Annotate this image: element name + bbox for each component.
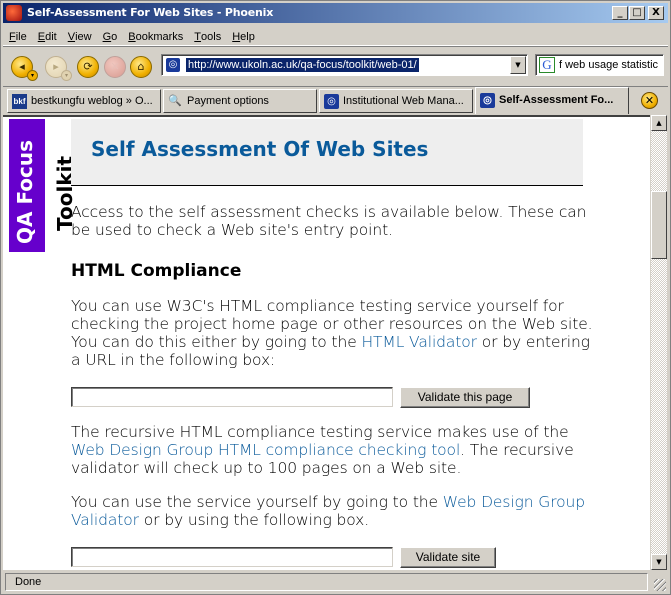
forward-icon: ▸ [53, 60, 59, 73]
access-key: B [128, 31, 136, 43]
search-input[interactable]: f web usage statistic [559, 59, 658, 71]
compliance-paragraph: You can use W3C's HTML compliance testin… [71, 297, 593, 369]
url-input[interactable]: http://www.ukoln.ac.uk/qa-focus/toolkit/… [186, 58, 419, 72]
tab-label: Institutional Web Mana... [343, 95, 464, 107]
google-search-engine-icon[interactable]: G [539, 57, 555, 73]
forward-button[interactable]: ▸ ▾ [45, 56, 72, 81]
title-bar: Self-Assessment For Web Sites - Phoenix … [3, 3, 668, 23]
menu-label-rest: ile [15, 31, 27, 43]
phoenix-app-icon [6, 5, 22, 21]
tab-self-assessment[interactable]: ◎ Self-Assessment Fo... [475, 87, 629, 114]
scroll-up-icon[interactable]: ▲ [651, 115, 667, 131]
address-bar[interactable]: ◎ http://www.ukoln.ac.uk/qa-focus/toolki… [161, 54, 528, 76]
home-icon: ⌂ [137, 60, 145, 73]
access-key: F [9, 31, 16, 43]
tab-payment-options[interactable]: 🔍 Payment options [163, 89, 317, 113]
validate-page-url-input[interactable] [71, 387, 393, 407]
menu-label-rest: o [111, 31, 118, 43]
tab-bar: bkf bestkungfu weblog » O... 🔍 Payment o… [3, 86, 668, 114]
menu-bar: File Edit View Go Bookmarks Tools Help [3, 25, 668, 46]
resize-grip-icon[interactable] [654, 579, 666, 591]
menu-tools[interactable]: Tools [188, 27, 226, 43]
home-button[interactable]: ⌂ [130, 56, 152, 78]
search-box[interactable]: G f web usage statistic [535, 54, 664, 76]
access-key: E [37, 31, 46, 43]
stop-button[interactable]: ✕ [104, 56, 126, 78]
menu-bookmarks[interactable]: Bookmarks [122, 27, 188, 43]
tab-label: Payment options [187, 95, 269, 107]
url-history-dropdown[interactable]: ▼ [510, 56, 526, 74]
access-key: V [67, 31, 76, 43]
access-key: T [194, 31, 202, 43]
qa-focus-logo-text: QA Focus [13, 139, 37, 244]
menu-file[interactable]: File [3, 27, 32, 43]
menu-label-rest: dit [45, 31, 57, 43]
navigation-toolbar: ◂ ▾ ▸ ▾ ⟳ ✕ ⌂ ◎ http://www.ukoln.ac.uk/q… [3, 48, 668, 84]
tab-bestkungfu[interactable]: bkf bestkungfu weblog » O... [7, 89, 161, 113]
reload-icon: ⟳ [83, 60, 93, 73]
menu-view[interactable]: View [62, 27, 97, 43]
scrollbar-thumb[interactable] [651, 191, 667, 259]
site-favicon-icon: ◎ [166, 58, 180, 72]
validate-site-button[interactable]: Validate site [400, 547, 496, 568]
recursive-paragraph: The recursive HTML compliance testing se… [71, 423, 574, 477]
qa-focus-logo[interactable]: QA Focus [9, 119, 45, 252]
access-key: G [102, 31, 112, 43]
menu-label-rest: elp [240, 31, 255, 43]
tab-label: Self-Assessment Fo... [499, 94, 614, 106]
menu-edit[interactable]: Edit [32, 27, 62, 43]
close-tab-icon[interactable]: ✕ [641, 92, 658, 109]
menu-label-rest: iew [75, 31, 92, 43]
service-paragraph: You can use the service yourself by goin… [71, 493, 585, 529]
minimize-button[interactable]: _ [612, 6, 628, 20]
maximize-button[interactable]: □ [629, 6, 645, 20]
menu-label-rest: ookmarks [135, 31, 184, 43]
stop-icon: ✕ [110, 60, 120, 73]
ukoln-favicon-icon: ◎ [324, 94, 339, 109]
ukoln-favicon-icon: ◎ [480, 93, 495, 108]
wdg-compliance-tool-link[interactable]: Web Design Group HTML compliance checkin… [71, 441, 460, 459]
forward-history-dropdown-icon[interactable]: ▾ [61, 70, 72, 81]
page-title: Self Assessment Of Web Sites [91, 137, 429, 161]
menu-label-rest: ools [201, 31, 222, 43]
window-title: Self-Assessment For Web Sites - Phoenix [27, 6, 274, 19]
close-button[interactable]: X [648, 6, 664, 20]
bkf-favicon-icon: bkf [12, 94, 27, 109]
vertical-scrollbar[interactable]: ▲ ▼ [650, 115, 667, 570]
section-heading: HTML Compliance [71, 261, 242, 281]
scroll-down-icon[interactable]: ▼ [651, 554, 667, 570]
intro-text: Access to the self assessment checks is … [71, 203, 587, 239]
page-header: Self Assessment Of Web Sites [71, 119, 583, 186]
reload-button[interactable]: ⟳ [77, 56, 99, 78]
tab-institutional-web[interactable]: ◎ Institutional Web Mana... [319, 89, 473, 113]
back-icon: ◂ [19, 60, 25, 73]
tab-label: bestkungfu weblog » O... [31, 95, 153, 107]
back-history-dropdown-icon[interactable]: ▾ [27, 70, 38, 81]
browser-window: Self-Assessment For Web Sites - Phoenix … [0, 0, 671, 595]
status-text: Done [5, 573, 648, 591]
back-button[interactable]: ◂ ▾ [11, 56, 38, 81]
magnifier-favicon-icon: 🔍 [168, 95, 182, 107]
validate-this-page-button[interactable]: Validate this page [400, 387, 530, 408]
validate-site-url-input[interactable] [71, 547, 393, 567]
access-key: H [232, 31, 241, 43]
menu-help[interactable]: Help [226, 27, 260, 43]
menu-go[interactable]: Go [97, 27, 123, 43]
status-bar: Done [3, 571, 668, 593]
page-content: QA Focus Toolkit Self Assessment Of Web … [3, 115, 650, 570]
html-validator-link[interactable]: HTML Validator [362, 333, 478, 351]
